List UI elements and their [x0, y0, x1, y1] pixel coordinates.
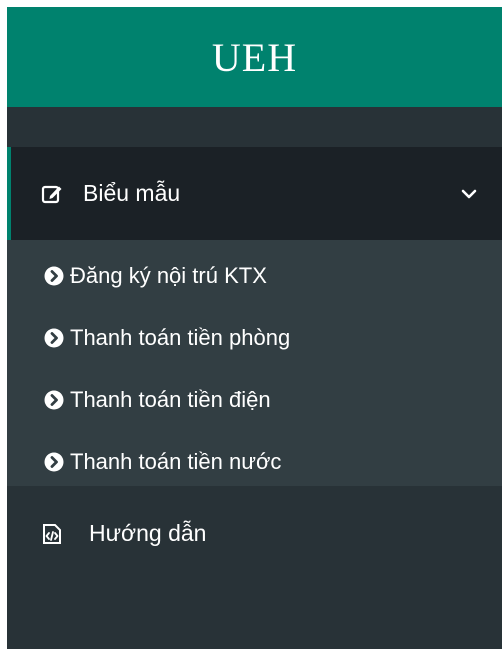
submenu-item-label: Thanh toán tiền nước	[70, 449, 282, 474]
submenu-item-electricity-payment[interactable]: Thanh toán tiền điện	[7, 369, 502, 431]
menu-item-guide[interactable]: Hướng dẫn	[7, 486, 502, 581]
menu-item-forms-label: Biểu mẫu	[83, 180, 181, 206]
menu-item-guide-label: Hướng dẫn	[89, 520, 207, 546]
chevron-circle-right-icon	[44, 266, 64, 286]
submenu-item-dormitory-registration[interactable]: Đăng ký nội trú KTX	[7, 245, 502, 307]
brand-title: UEH	[211, 34, 298, 80]
brand-header[interactable]: UEH	[7, 7, 502, 107]
chevron-circle-right-icon	[44, 328, 64, 348]
submenu-item-room-payment[interactable]: Thanh toán tiền phòng	[7, 307, 502, 369]
chevron-circle-right-icon	[44, 390, 64, 410]
submenu-item-label: Thanh toán tiền điện	[70, 387, 271, 412]
submenu-item-label: Thanh toán tiền phòng	[70, 325, 291, 350]
menu-item-forms[interactable]: Biểu mẫu	[7, 147, 502, 240]
chevron-circle-right-icon	[44, 452, 64, 472]
chevron-down-icon[interactable]	[458, 183, 480, 205]
code-file-icon	[41, 523, 63, 545]
sidebar: UEH Biểu mẫu Đăng ký nội trú KTX Thanh t…	[7, 7, 502, 649]
edit-icon	[41, 183, 63, 205]
submenu-item-label: Đăng ký nội trú KTX	[70, 263, 267, 288]
forms-submenu: Đăng ký nội trú KTX Thanh toán tiền phòn…	[7, 240, 502, 486]
submenu-item-water-payment[interactable]: Thanh toán tiền nước	[7, 431, 502, 493]
